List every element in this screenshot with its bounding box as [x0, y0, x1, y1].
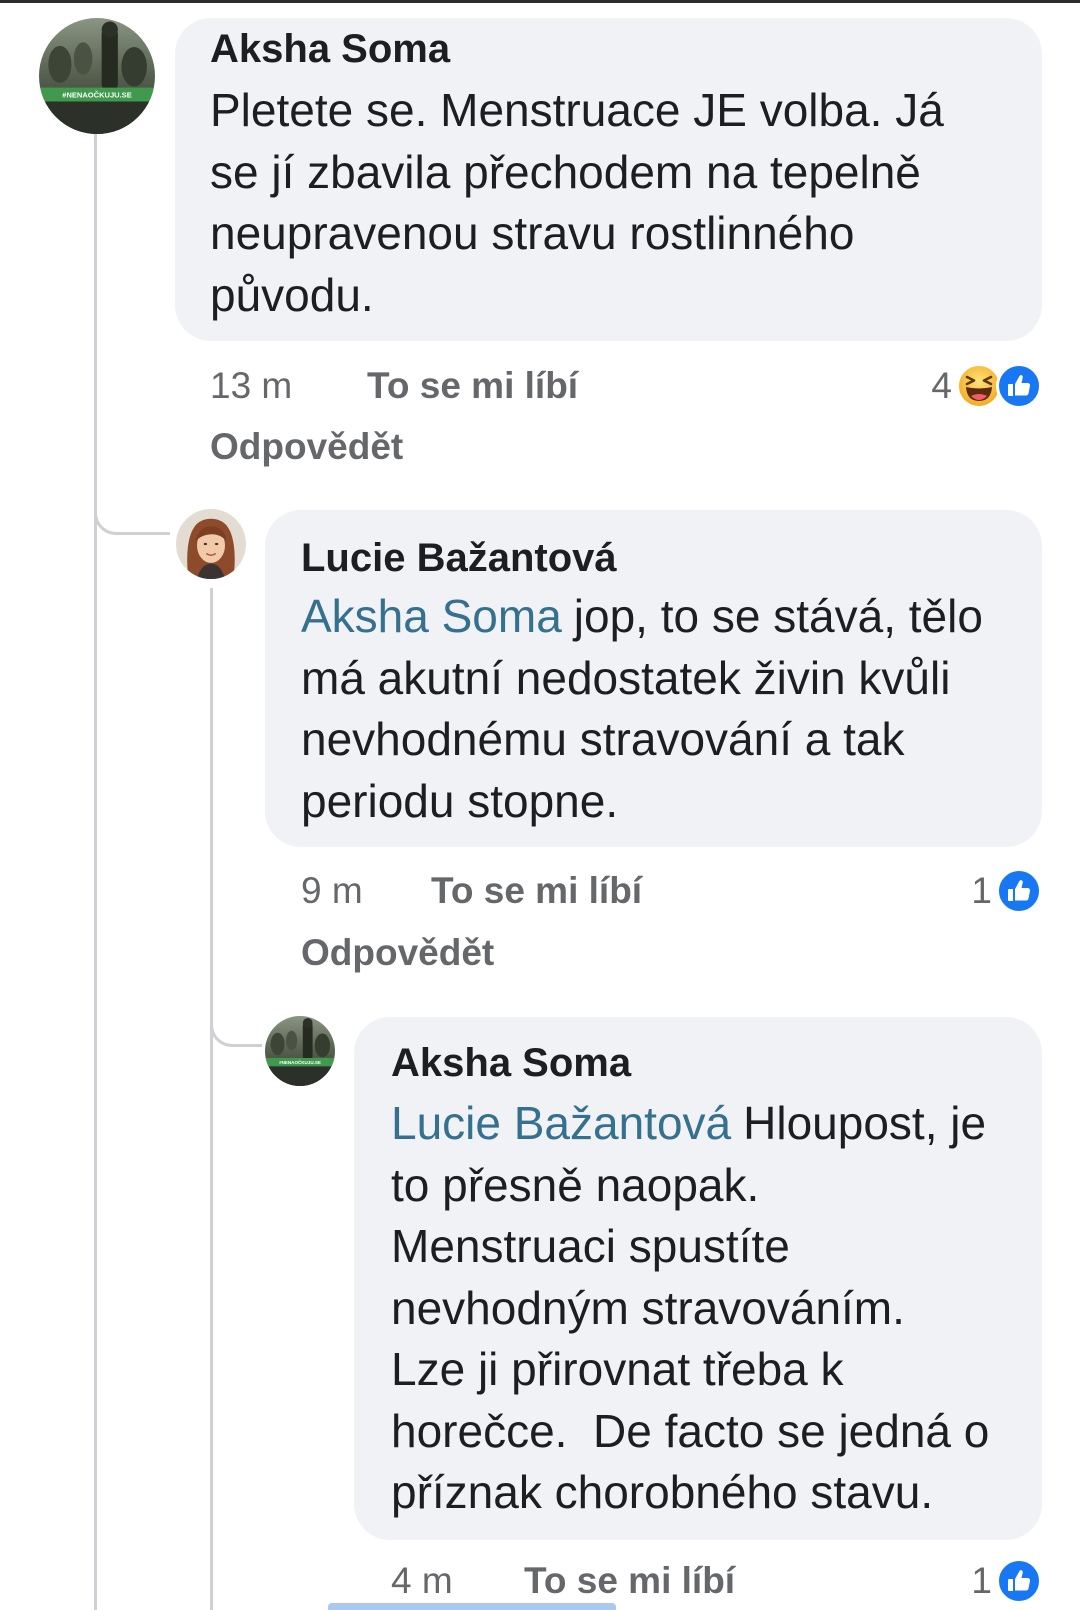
- comment-author-name[interactable]: Lucie Bažantová: [301, 535, 617, 581]
- like-icon: [996, 868, 1042, 914]
- reaction-summary[interactable]: 4: [931, 363, 1042, 409]
- reaction-count: 1: [971, 1560, 992, 1601]
- comment-text-line: nevhodným stravováním.: [391, 1281, 905, 1334]
- comment-author-name[interactable]: Aksha Soma: [391, 1040, 631, 1086]
- comment-text-line: Lucie Bažantová Hloupost, je: [391, 1093, 989, 1155]
- top-border-line: [0, 0, 1080, 3]
- bottom-highlight-bar: [328, 1603, 616, 1610]
- thread-branch-reply-1: [94, 496, 170, 535]
- mention-link[interactable]: Lucie Bažantová: [391, 1097, 731, 1149]
- comment-thread: #NENAOČKUJU.SE Aksha Soma Pletete se. Me…: [0, 0, 1080, 1610]
- reaction-count: 4: [931, 365, 952, 406]
- like-button[interactable]: To se mi líbí: [431, 871, 642, 911]
- comment-timestamp[interactable]: 9 m: [301, 871, 363, 911]
- thread-line-nested: [210, 588, 213, 1610]
- reaction-summary[interactable]: 1: [971, 1558, 1042, 1604]
- like-button[interactable]: To se mi líbí: [524, 1561, 735, 1601]
- thread-line-main: [94, 128, 97, 1610]
- comment-text-line: nevhodnému stravování a tak: [301, 713, 905, 765]
- comment-author-name[interactable]: Aksha Soma: [210, 26, 450, 72]
- avatar-banner-text: #NENAOČKUJU.SE: [62, 90, 131, 99]
- avatar-portrait: [176, 509, 246, 579]
- reply-button[interactable]: Odpovědět: [301, 933, 494, 973]
- like-button[interactable]: To se mi líbí: [367, 366, 578, 406]
- reply-button[interactable]: Odpovědět: [210, 427, 403, 467]
- like-icon: [996, 1558, 1042, 1604]
- avatar-crowd-photo: #NENAOČKUJU.SE: [39, 18, 155, 134]
- comment-text-line: Menstruaci spustíte: [391, 1220, 790, 1272]
- like-icon: [996, 363, 1042, 409]
- thread-branch-reply-2: [210, 1008, 262, 1047]
- comment-text-line: to přesně naopak.: [391, 1158, 760, 1211]
- comment-text: Pletete se. Menstruace JE volba. Já se j…: [210, 80, 944, 326]
- comment-text-line: Pletete se. Menstruace JE volba. Já: [210, 84, 944, 136]
- avatar[interactable]: #NENAOČKUJU.SE: [265, 1016, 335, 1086]
- avatar[interactable]: [176, 509, 246, 579]
- comment-timestamp[interactable]: 4 m: [391, 1561, 453, 1601]
- avatar-banner-text: #NENAOČKUJU.SE: [279, 1059, 321, 1065]
- comment-text-line: má akutní nedostatek živin kvůli: [301, 651, 951, 704]
- comment-text-line: původu.: [210, 268, 374, 321]
- comment-text-line: Lze ji přirovnat třeba k: [391, 1343, 844, 1395]
- avatar[interactable]: #NENAOČKUJU.SE: [39, 18, 155, 134]
- reaction-summary[interactable]: 1: [971, 868, 1042, 914]
- comment-text: Aksha Soma jop, to se stává, tělo má akut…: [301, 586, 983, 832]
- comment-text-segment: jop, to se stává, tělo: [573, 590, 983, 642]
- comment-text-line: příznak chorobného stavu.: [391, 1466, 934, 1518]
- comment-text-line: Aksha Soma jop, to se stává, tělo: [301, 586, 983, 648]
- comment-text-line: periodu stopne.: [301, 774, 619, 827]
- comment-text-line: neupravenou stravu rostlinného: [210, 207, 855, 259]
- comment-text-segment: Hloupost, je: [743, 1097, 987, 1149]
- comment-text-line: se jí zbavila přechodem na tepelně: [210, 145, 921, 198]
- avatar-crowd-photo: #NENAOČKUJU.SE: [265, 1016, 335, 1086]
- reaction-count: 1: [971, 870, 992, 911]
- mention-link[interactable]: Aksha Soma: [301, 590, 562, 642]
- comment-text-line: horečce. De facto se jedná o: [391, 1404, 990, 1457]
- comment-text: Lucie Bažantová Hloupost, je to přesně na…: [391, 1093, 989, 1524]
- comment-timestamp[interactable]: 13 m: [210, 366, 292, 406]
